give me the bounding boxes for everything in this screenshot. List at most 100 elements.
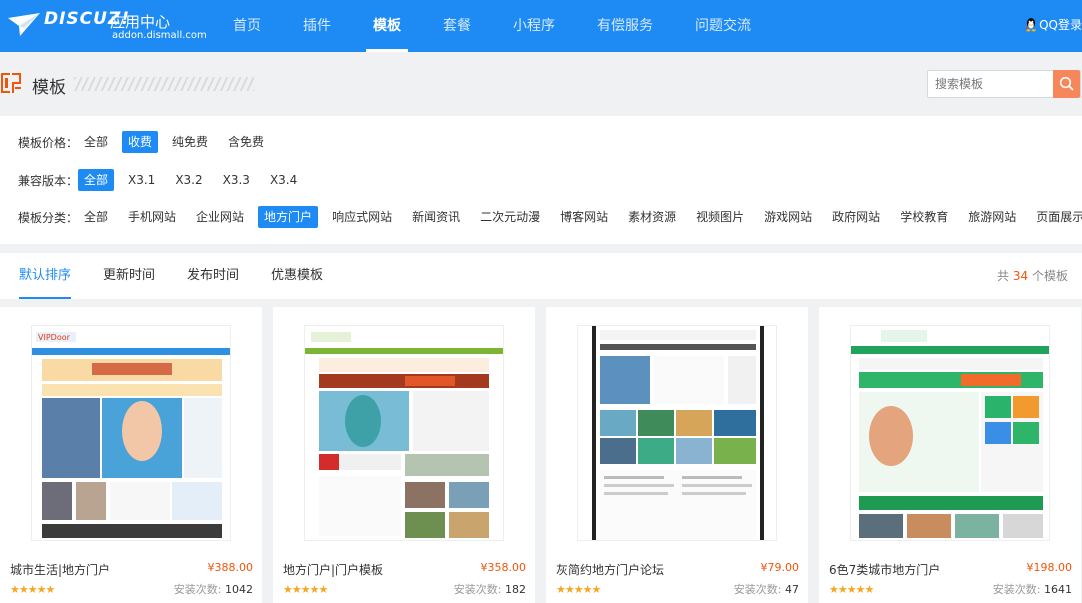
filter-version-all[interactable]: 全部 [78,169,115,191]
filter-category-mobile[interactable]: 手机网站 [122,206,182,228]
nav-item-paid-services[interactable]: 有偿服务 [576,0,674,52]
install-count: 安装次数: 182 [454,581,526,597]
template-name[interactable]: 地方门户|门户模板 [283,561,383,578]
filter-category-showcase[interactable]: 页面展示 [1030,206,1082,228]
rating-stars: ★★★★★ [556,583,601,596]
template-thumbnail[interactable] [304,325,504,541]
discuz-logo[interactable]: DISCUZ! 应用中心 addon.dismall.com [6,8,207,44]
template-thumbnail[interactable] [577,325,777,541]
nav-item-packages[interactable]: 套餐 [422,0,492,52]
template-thumbnail[interactable]: VIPDoor [31,325,231,541]
nav-item-templates[interactable]: 模板 [352,0,422,52]
filter-category-anime[interactable]: 二次元动漫 [474,206,546,228]
filter-category-travel[interactable]: 旅游网站 [962,206,1022,228]
search-box [927,70,1081,98]
total-suffix: 个模板 [1031,269,1068,283]
total-count: 共 34 个模板 [997,253,1068,299]
sort-bar: 默认排序 更新时间 发布时间 优惠模板 共 34 个模板 [0,253,1082,299]
install-count-label: 安装次数: [733,583,782,596]
qq-penguin-icon [1026,18,1036,32]
template-price: ¥79.00 [760,561,800,574]
qq-login-link[interactable]: QQ登录 [1025,16,1082,33]
filter-category-video[interactable]: 视频图片 [690,206,750,228]
filter-row-category: 模板分类： 全部 手机网站 企业网站 地方门户 响应式网站 新闻资讯 二次元动漫… [18,206,1082,228]
template-card[interactable]: 灰简约地方门户论坛 ¥79.00 ★★★★★ 安装次数: 47 [546,307,808,603]
rating-stars: ★★★★★ [283,583,328,596]
filter-category-news[interactable]: 新闻资讯 [406,206,466,228]
page-title: 模板 [32,78,66,98]
title-decoration [74,77,254,91]
template-name[interactable]: 6色7类城市地方门户 [829,561,940,578]
search-button[interactable] [1053,70,1080,98]
filter-price-free-only[interactable]: 纯免费 [166,131,214,153]
nav-item-plugins[interactable]: 插件 [282,0,352,52]
filter-label-price: 模板价格： [18,135,79,150]
thumbnail-preview-image [851,326,1049,540]
rating-stars: ★★★★★ [10,583,55,596]
main-nav: 首页 插件 模板 套餐 小程序 有偿服务 问题交流 [212,0,772,52]
filter-version-x33[interactable]: X3.3 [217,169,256,191]
install-count-value: 1042 [225,583,253,596]
install-count: 安装次数: 1641 [993,581,1072,597]
filter-version-x31[interactable]: X3.1 [122,169,161,191]
filter-category-enterprise[interactable]: 企业网站 [190,206,250,228]
thumbnail-preview-image [578,326,776,540]
top-nav-bar: DISCUZ! 应用中心 addon.dismall.com 首页 插件 模板 … [0,0,1082,52]
paper-plane-logo-icon [8,13,40,36]
sort-tab-discount[interactable]: 优惠模板 [271,253,323,299]
logo-url: addon.dismall.com [112,30,207,41]
filter-label-category: 模板分类： [18,210,79,225]
install-count: 安装次数: 47 [734,581,799,597]
filter-version-x32[interactable]: X3.2 [169,169,208,191]
page-header: 模板 [0,52,1082,116]
thumbnail-preview-image: VIPDoor [32,326,230,540]
template-card[interactable]: 6色7类城市地方门户 ¥198.00 ★★★★★ 安装次数: 1641 [819,307,1081,603]
filter-panel: 模板价格： 全部 收费 纯免费 含免费 兼容版本： 全部 X3.1 X3.2 X… [0,116,1082,244]
install-count-value: 1641 [1044,583,1072,596]
nav-item-home[interactable]: 首页 [212,0,282,52]
sort-tab-updated[interactable]: 更新时间 [103,253,155,299]
qq-login-label: QQ登录 [1039,18,1082,32]
filter-row-version: 兼容版本： 全部 X3.1 X3.2 X3.3 X3.4 [18,169,311,191]
install-count: 安装次数: 1042 [174,581,253,597]
filter-price-includes-free[interactable]: 含免费 [222,131,270,153]
rating-stars: ★★★★★ [829,583,874,596]
template-name[interactable]: 城市生活|地方门户 [10,561,110,578]
total-prefix: 共 [997,269,1010,283]
template-price: ¥388.00 [207,561,254,574]
filter-category-education[interactable]: 学校教育 [894,206,954,228]
install-count-value: 47 [785,583,799,596]
filter-category-game[interactable]: 游戏网站 [758,206,818,228]
filter-category-government[interactable]: 政府网站 [826,206,886,228]
filter-category-local-portal[interactable]: 地方门户 [258,206,319,228]
sort-tab-published[interactable]: 发布时间 [187,253,239,299]
filter-category-all[interactable]: 全部 [78,206,114,228]
filter-category-resources[interactable]: 素材资源 [622,206,682,228]
thumbnail-preview-image [305,326,503,540]
sort-tab-default[interactable]: 默认排序 [19,253,72,299]
nav-item-q-and-a[interactable]: 问题交流 [674,0,772,52]
logo-subtitle: 应用中心 [110,13,171,31]
search-input[interactable] [928,71,1054,97]
filter-row-price: 模板价格： 全部 收费 纯免费 含免费 [18,131,278,153]
template-thumbnail[interactable] [850,325,1050,541]
install-count-label: 安装次数: [173,583,222,596]
template-price: ¥358.00 [480,561,527,574]
nav-item-mini-programs[interactable]: 小程序 [492,0,576,52]
total-number: 34 [1012,269,1029,283]
filter-version-x34[interactable]: X3.4 [264,169,303,191]
install-count-label: 安装次数: [453,583,502,596]
filter-category-blog[interactable]: 博客网站 [554,206,614,228]
install-count-label: 安装次数: [992,583,1041,596]
template-card[interactable]: 地方门户|门户模板 ¥358.00 ★★★★★ 安装次数: 182 [273,307,535,603]
filter-price-paid[interactable]: 收费 [122,131,159,153]
filter-category-responsive[interactable]: 响应式网站 [326,206,398,228]
install-count-value: 182 [505,583,526,596]
search-icon [1059,76,1074,91]
filter-label-version: 兼容版本： [18,173,79,188]
template-section-icon [1,73,21,93]
template-price: ¥198.00 [1026,561,1073,574]
filter-price-all[interactable]: 全部 [78,131,114,153]
template-card[interactable]: VIPDoor 城市生活|地方门户 ¥388.00 ★★★★★ 安装次数: 10… [0,307,262,603]
template-name[interactable]: 灰简约地方门户论坛 [556,561,664,578]
